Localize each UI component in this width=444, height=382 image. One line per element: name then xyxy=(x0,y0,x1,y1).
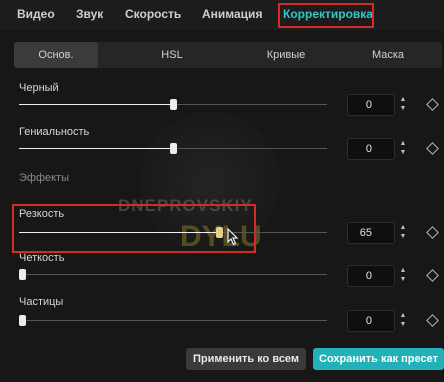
clarity-value-field[interactable]: 0 xyxy=(347,265,395,287)
subtab-basic[interactable]: Основ. xyxy=(14,42,98,68)
clarity-label: Четкость xyxy=(19,252,65,264)
brilliance-stepper-icon[interactable]: ▲ ▼ xyxy=(398,139,408,159)
apply-to-all-button[interactable]: Применить ко всем xyxy=(186,348,306,370)
mouse-pointer-icon xyxy=(227,228,239,246)
clarity-stepper-icon[interactable]: ▲ ▼ xyxy=(398,266,408,286)
particles-slider[interactable] xyxy=(19,315,327,326)
sharpness-slider-fill xyxy=(19,232,219,233)
brilliance-slider-fill xyxy=(19,148,173,149)
tab-audio[interactable]: Звук xyxy=(76,7,103,21)
brilliance-slider-knob[interactable] xyxy=(170,143,177,154)
top-tab-bar: Видео Звук Скорость Анимация Корректиров… xyxy=(0,0,444,30)
subtab-curves[interactable]: Кривые xyxy=(246,42,326,68)
sharpness-value-field[interactable]: 65 xyxy=(347,222,395,244)
particles-label: Частицы xyxy=(19,296,64,308)
black-slider[interactable] xyxy=(19,99,327,110)
black-value-field[interactable]: 0 xyxy=(347,94,395,116)
save-preset-button[interactable]: Сохранить как пресет xyxy=(313,348,444,370)
clarity-slider-knob[interactable] xyxy=(19,269,26,280)
black-label: Черный xyxy=(19,82,59,94)
tab-video[interactable]: Видео xyxy=(17,7,55,21)
tab-adjustment[interactable]: Корректировка xyxy=(283,7,373,21)
particles-stepper-icon[interactable]: ▲ ▼ xyxy=(398,311,408,331)
black-stepper-icon[interactable]: ▲ ▼ xyxy=(398,95,408,115)
tab-animation[interactable]: Анимация xyxy=(202,7,262,21)
sharpness-slider-knob[interactable] xyxy=(216,227,223,238)
black-slider-fill xyxy=(19,104,173,105)
clarity-slider[interactable] xyxy=(19,269,327,280)
brilliance-slider[interactable] xyxy=(19,143,327,154)
brilliance-value-field[interactable]: 0 xyxy=(347,138,395,160)
subtab-hsl[interactable]: HSL xyxy=(142,42,202,68)
particles-slider-knob[interactable] xyxy=(19,315,26,326)
particles-value-field[interactable]: 0 xyxy=(347,310,395,332)
sharpness-slider[interactable] xyxy=(19,227,327,238)
tab-speed[interactable]: Скорость xyxy=(125,7,181,21)
black-slider-knob[interactable] xyxy=(170,99,177,110)
brilliance-label: Гениальность xyxy=(19,126,90,138)
subtab-mask[interactable]: Маска xyxy=(354,42,422,68)
sharpness-label: Резкость xyxy=(19,208,65,220)
sharpness-stepper-icon[interactable]: ▲ ▼ xyxy=(398,223,408,243)
effects-heading: Эффекты xyxy=(19,172,70,184)
subtab-bar: Основ. HSL Кривые Маска xyxy=(14,42,442,68)
watermark-text: DNEPROVSKIY xyxy=(118,196,253,215)
